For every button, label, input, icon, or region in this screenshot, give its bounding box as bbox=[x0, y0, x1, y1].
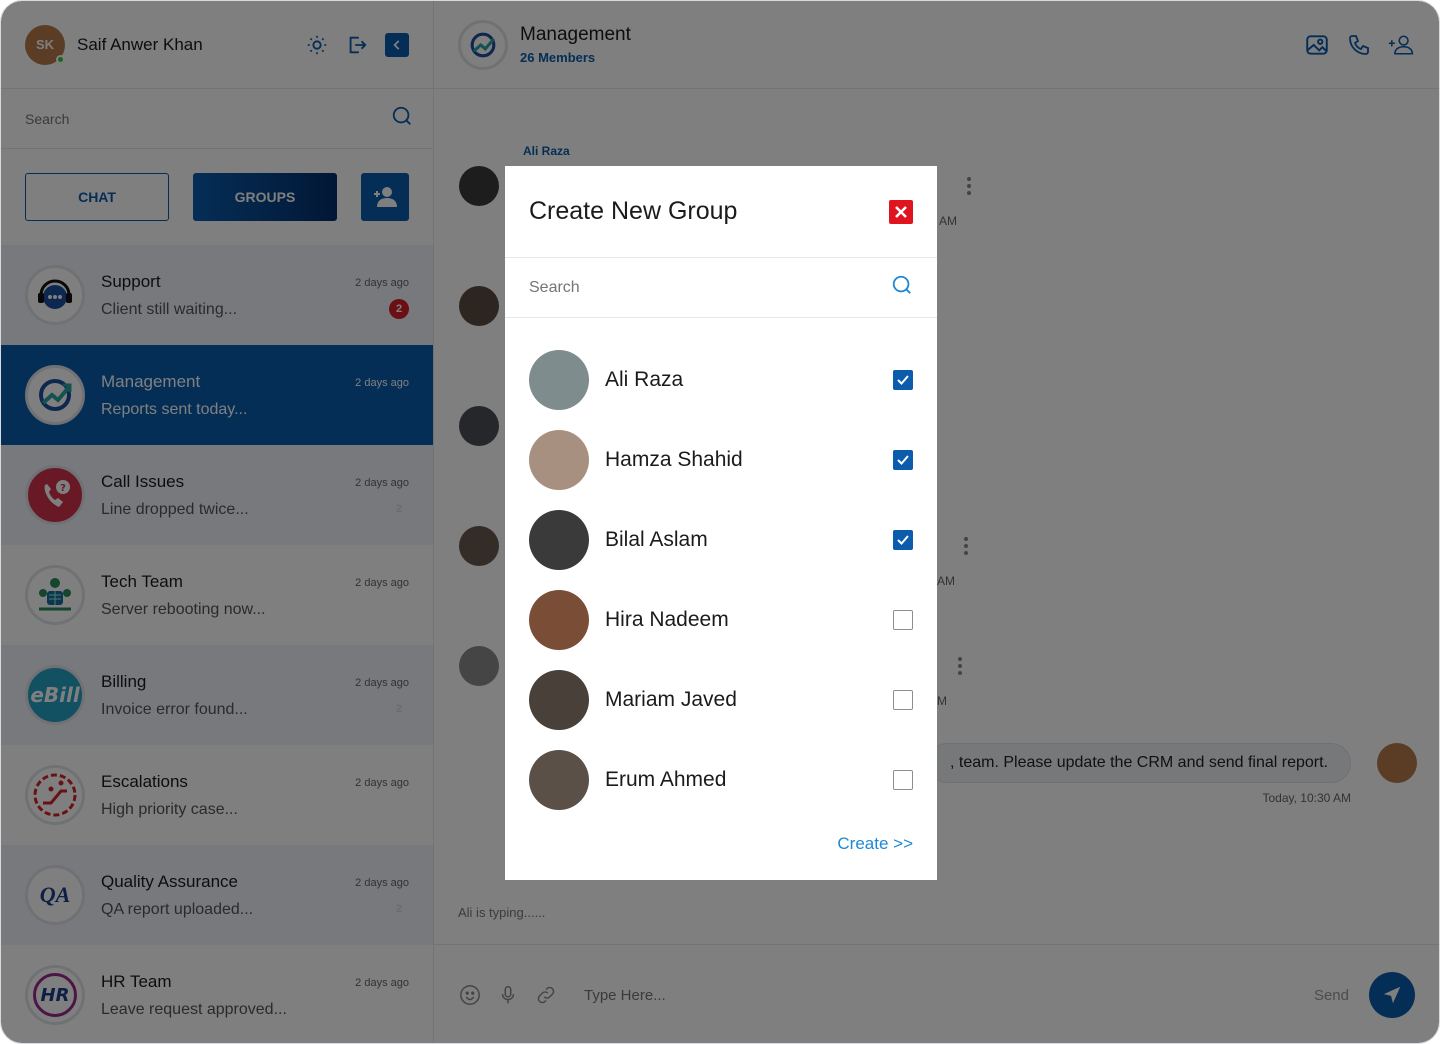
member-row[interactable]: Bilal Aslam bbox=[529, 510, 913, 570]
member-name: Erum Ahmed bbox=[605, 768, 727, 791]
member-avatar bbox=[529, 510, 589, 570]
member-name: Mariam Javed bbox=[605, 688, 737, 711]
modal-search-input[interactable] bbox=[529, 278, 891, 297]
close-icon bbox=[895, 205, 907, 218]
search-icon[interactable] bbox=[891, 274, 913, 301]
member-checkbox[interactable] bbox=[893, 690, 913, 710]
member-name: Hira Nadeem bbox=[605, 608, 729, 631]
member-avatar bbox=[529, 430, 589, 490]
member-avatar bbox=[529, 670, 589, 730]
member-checkbox[interactable] bbox=[893, 610, 913, 630]
member-row[interactable]: Mariam Javed bbox=[529, 670, 913, 730]
checkmark-icon bbox=[897, 535, 909, 545]
member-row[interactable]: Ali Raza bbox=[529, 350, 913, 410]
checkmark-icon bbox=[897, 455, 909, 465]
chat-app: SK Saif Anwer Khan CHAT GROUPS bbox=[0, 0, 1440, 1044]
member-checkbox[interactable] bbox=[893, 530, 913, 550]
member-checkbox[interactable] bbox=[893, 450, 913, 470]
close-button[interactable] bbox=[889, 199, 913, 224]
member-row[interactable]: Hamza Shahid bbox=[529, 430, 913, 490]
checkmark-icon bbox=[897, 375, 909, 385]
member-checkbox[interactable] bbox=[893, 370, 913, 390]
modal-header: Create New Group bbox=[505, 166, 937, 258]
member-avatar bbox=[529, 750, 589, 810]
member-name: Hamza Shahid bbox=[605, 448, 743, 471]
member-checkbox[interactable] bbox=[893, 770, 913, 790]
modal-search bbox=[505, 258, 937, 318]
member-name: Bilal Aslam bbox=[605, 528, 708, 551]
member-avatar bbox=[529, 350, 589, 410]
create-group-link[interactable]: Create >> bbox=[837, 834, 913, 854]
member-row[interactable]: Erum Ahmed bbox=[529, 750, 913, 810]
create-group-modal: Create New Group Ali Raza Hamza Shahid B… bbox=[505, 166, 937, 880]
member-name: Ali Raza bbox=[605, 368, 684, 391]
member-avatar bbox=[529, 590, 589, 650]
modal-title: Create New Group bbox=[529, 197, 738, 225]
member-row[interactable]: Hira Nadeem bbox=[529, 590, 913, 650]
